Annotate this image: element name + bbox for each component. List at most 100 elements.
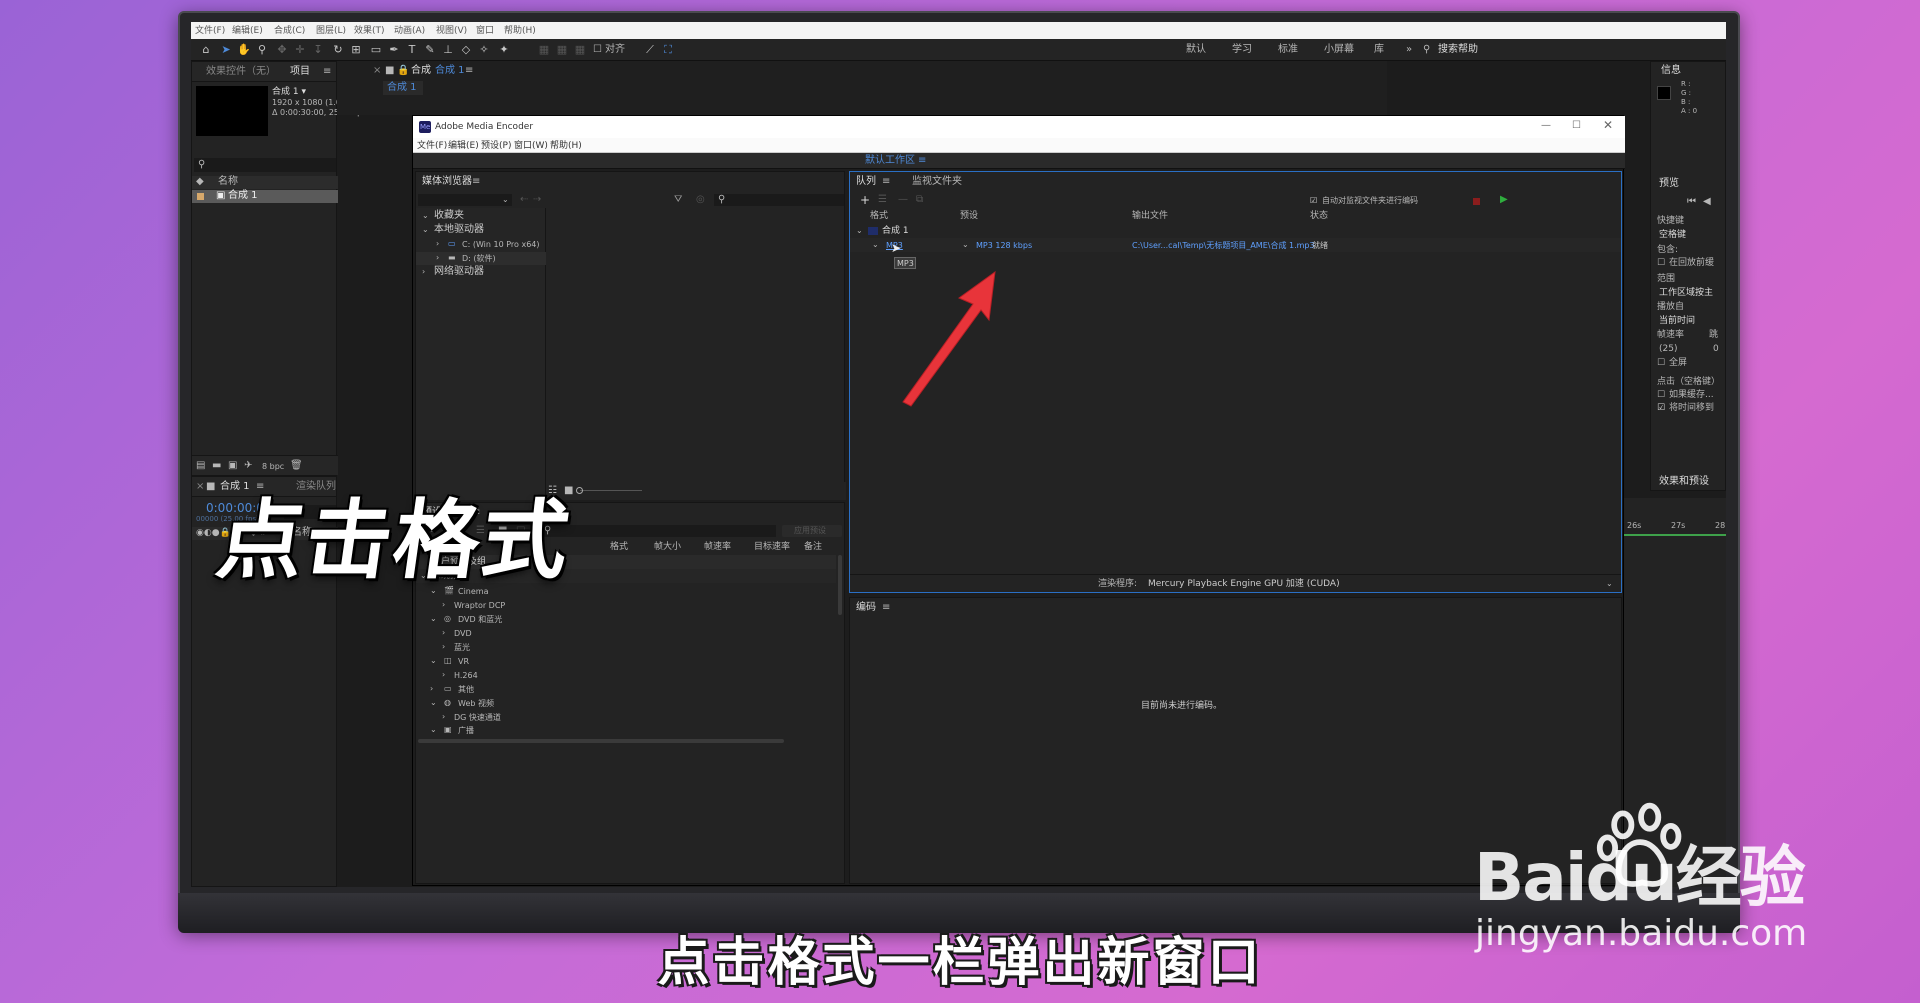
preview-title[interactable]: 预览 (1659, 178, 1679, 190)
fullscreen-checkbox[interactable]: ☐ (1657, 357, 1665, 369)
work-area-bar[interactable] (1623, 534, 1726, 536)
minimize-icon[interactable]: — (1541, 120, 1551, 132)
ame-menu-help[interactable]: 帮助(H) (550, 140, 582, 152)
queue-col-preset[interactable]: 预设 (960, 210, 978, 222)
comp-tab-label[interactable]: 合成 (411, 65, 431, 77)
dolly-tool-icon[interactable]: ↧ (311, 43, 325, 56)
close-window-icon[interactable]: ✕ (1603, 119, 1613, 131)
preset-vr-row[interactable]: ⌄ ◫ VR (416, 654, 836, 668)
anchor-tool-icon[interactable]: ⊞ (349, 43, 363, 56)
nav-back-icon[interactable]: ⇠ (520, 194, 528, 206)
add-source-icon[interactable]: + (860, 194, 870, 206)
preview-range-value[interactable]: 工作区域按主 (1659, 287, 1713, 299)
ae-menu-comp[interactable]: 合成(C) (274, 25, 305, 37)
ae-menu-effect[interactable]: 效果(T) (354, 25, 385, 37)
trash-icon[interactable]: 🗑 (290, 460, 303, 472)
tab-project[interactable]: 项目 (290, 66, 310, 78)
encoding-title[interactable]: 编码 (856, 602, 876, 614)
comp-name[interactable]: 合成 1 ▾ (272, 86, 306, 98)
new-comp-icon[interactable]: ▣ (228, 460, 237, 472)
workspace-more[interactable]: » (1406, 44, 1412, 56)
rectangle-tool-icon[interactable]: ▭ (369, 43, 383, 56)
remove-icon[interactable]: — (898, 194, 908, 206)
filter-icon[interactable]: ⛛ (674, 194, 682, 206)
preset-dvd-row[interactable]: › DVD (416, 626, 836, 640)
queue-col-status[interactable]: 状态 (1310, 210, 1328, 222)
snap-options-icon[interactable]: ⛶ (661, 43, 675, 56)
project-item-row[interactable]: ▣ 合成 1 (192, 190, 338, 203)
new-folder-icon[interactable]: ▬ (212, 460, 221, 472)
axis3-icon[interactable]: ▦ (573, 43, 587, 56)
stamp-tool-icon[interactable]: ⊥ (441, 43, 455, 56)
close-icon[interactable]: × (196, 481, 204, 493)
axis-icon[interactable]: ▦ (537, 43, 551, 56)
tab-watch-folders[interactable]: 监视文件夹 (912, 176, 962, 188)
ae-menu-view[interactable]: 视图(V) (436, 25, 467, 37)
snap-icon[interactable]: ⟋ (643, 43, 657, 56)
media-browser-title[interactable]: 媒体浏览器 (422, 176, 472, 188)
ae-menu-file[interactable]: 文件(F) (195, 25, 225, 37)
panel-menu-icon[interactable]: ≡ (323, 66, 331, 78)
panel-menu-icon[interactable]: ≡ (472, 176, 480, 188)
preset-dropdown-icon[interactable]: ⌄ (962, 239, 969, 251)
preset-web-row[interactable]: ⌄ ◍ Web 视频 (416, 696, 836, 710)
panel-menu-icon[interactable]: ≡ (882, 602, 890, 614)
renderer-value[interactable]: Mercury Playback Engine GPU 加速 (CUDA) (1148, 578, 1340, 590)
tree-favorites[interactable]: ⌄ 收藏夹 (416, 210, 546, 223)
preset-col-target-rate[interactable]: 目标速率 (754, 541, 790, 553)
view-icon[interactable]: ◎ (696, 194, 705, 206)
orbit-tool-icon[interactable]: ✥ (275, 43, 289, 56)
workspace-standard[interactable]: 标准 (1278, 44, 1298, 56)
tree-network-drives[interactable]: › 网络驱动器 (416, 266, 546, 279)
tab-queue[interactable]: 队列 (856, 176, 876, 188)
ame-menu-file[interactable]: 文件(F) (417, 140, 447, 152)
output-file-link[interactable]: C:\User...cal\Temp\无标题项目_AME\合成 1.mp3 (1132, 240, 1315, 252)
if-cache-checkbox[interactable]: ☐ (1657, 389, 1665, 401)
preset-scrollbar-v[interactable] (838, 555, 842, 615)
align-checkbox[interactable]: ☐ (593, 44, 602, 56)
nav-forward-icon[interactable]: ⇢ (533, 194, 541, 206)
bpc-label[interactable]: 8 bpc (262, 461, 284, 473)
preview-from-value[interactable]: 当前时间 (1659, 315, 1695, 327)
start-queue-icon[interactable]: ▶ (1500, 194, 1508, 206)
info-title[interactable]: 信息 (1661, 65, 1681, 77)
first-frame-icon[interactable]: ⏮ (1687, 196, 1696, 208)
preview-skip-value[interactable]: 0 (1713, 343, 1719, 355)
zoom-tool-icon[interactable]: ⚲ (255, 43, 269, 56)
close-icon[interactable]: × (373, 65, 381, 77)
panel-menu-icon[interactable]: ≡ (465, 65, 473, 77)
home-icon[interactable]: ⌂ (199, 43, 213, 56)
zoom-slider[interactable] (580, 490, 642, 491)
preset-col-frame-size[interactable]: 帧大小 (654, 541, 681, 553)
queue-item-row[interactable]: ⌄ MP3 ⌄ MP3 128 kbps C:\User...cal\Temp\… (850, 238, 1621, 252)
preset-dg-row[interactable]: › DG 快速通道 (416, 710, 836, 724)
comp-tab-name[interactable]: 合成 1 (435, 65, 465, 77)
rotate-tool-icon[interactable]: ↻ (331, 43, 345, 56)
preset-scrollbar-h[interactable] (418, 739, 784, 743)
selection-tool-icon[interactable]: ➤ (219, 43, 233, 56)
project-col-name[interactable]: 名称 (218, 176, 238, 188)
ae-menu-help[interactable]: 帮助(H) (504, 25, 536, 37)
interpret-footage-icon[interactable]: ▤ (196, 460, 205, 472)
queue-group-row[interactable]: ⌄ 合成 1 (850, 224, 1621, 238)
preset-col-frame-rate[interactable]: 帧速率 (704, 541, 731, 553)
preset-h264-row[interactable]: › H.264 (416, 668, 836, 682)
search-help-label[interactable]: 搜索帮助 (1438, 44, 1478, 56)
brush-tool-icon[interactable]: ✎ (423, 43, 437, 56)
comp-crumb[interactable]: 合成 1 (383, 81, 423, 95)
media-browser-dropdown[interactable]: ⌄ (418, 194, 512, 206)
preset-link[interactable]: MP3 128 kbps (976, 240, 1032, 252)
type-tool-icon[interactable]: T (405, 43, 419, 56)
eraser-tool-icon[interactable]: ◇ (459, 43, 473, 56)
stop-icon[interactable] (1473, 198, 1480, 205)
ame-menu-window[interactable]: 窗口(W) (514, 140, 548, 152)
roto-tool-icon[interactable]: ✧ (477, 43, 491, 56)
pan-tool-icon[interactable]: ✛ (293, 43, 307, 56)
tree-local-drives[interactable]: ⌄ 本地驱动器 (416, 224, 546, 237)
ame-menu-edit[interactable]: 编辑(E) (448, 140, 479, 152)
preset-search-input[interactable]: ⚲ (540, 525, 776, 537)
prev-frame-icon[interactable]: ◀ (1703, 196, 1711, 208)
queue-col-format[interactable]: 格式 (870, 210, 888, 222)
pen-tool-icon[interactable]: ✒ (387, 43, 401, 56)
preset-dvd-bluray-row[interactable]: ⌄ ◎ DVD 和蓝光 (416, 612, 836, 626)
